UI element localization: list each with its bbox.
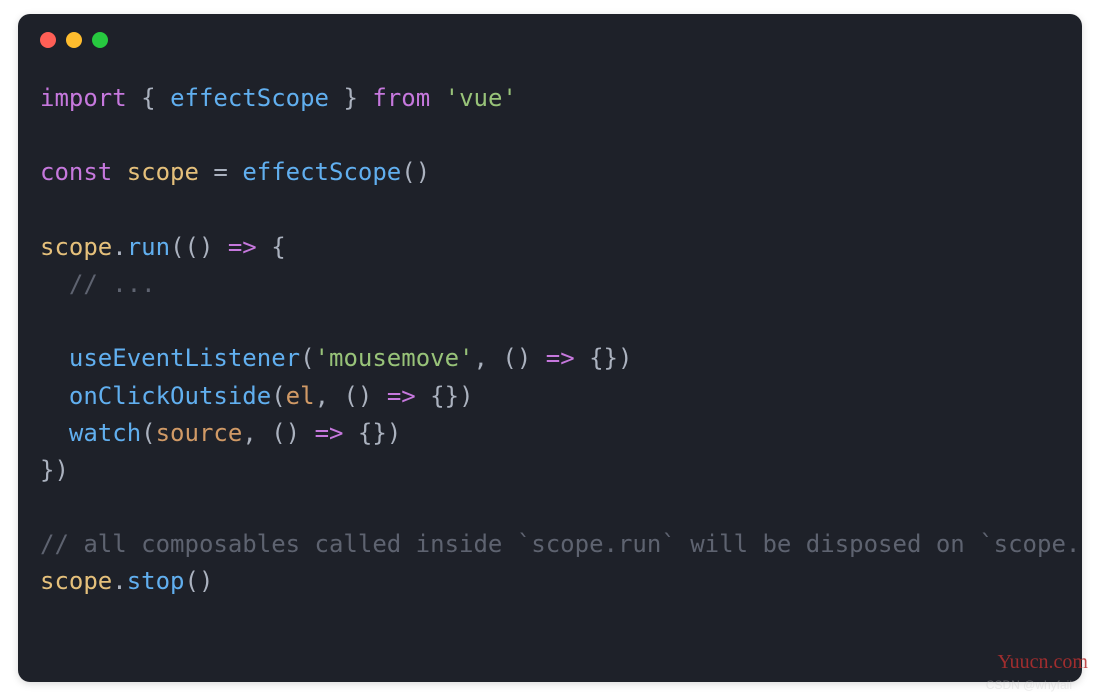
token-method: run [127,233,170,261]
token-indent [40,344,69,372]
token-keyword: const [40,158,112,186]
watermark-author: CSDN @whyfail [986,678,1072,692]
token-indent [40,419,69,447]
token-arrow: => [228,233,257,261]
token-arrow: => [387,382,416,410]
token-punct: , () [242,419,314,447]
token-function: effectScope [242,158,401,186]
minimize-icon[interactable] [66,32,82,48]
token-variable: scope [40,567,112,595]
watermark-site: Yuucn.com [997,651,1088,674]
token-comment: // ... [69,270,156,298]
window-controls [18,14,1082,56]
token-punct: }) [40,456,69,484]
token-indent [40,382,69,410]
token-punct: (() [170,233,228,261]
token-punct: , () [474,344,546,372]
token-param: el [286,382,315,410]
token-punct: . [112,567,126,595]
token-string: 'mousemove' [315,344,474,372]
token-keyword: import [40,84,127,112]
token-method: stop [127,567,185,595]
token-space [430,84,444,112]
token-punct: {}) [343,419,401,447]
token-punct: () [401,158,430,186]
token-arrow: => [315,419,344,447]
token-function: useEventListener [69,344,300,372]
token-arrow: => [546,344,575,372]
code-window: import { effectScope } from 'vue' const … [18,14,1082,682]
token-punct: {}) [416,382,474,410]
token-comment: // all composables called inside `scope.… [40,530,1082,558]
token-punct: () [185,567,214,595]
token-space [112,158,126,186]
token-punct: {}) [575,344,633,372]
token-variable: scope [40,233,112,261]
token-punct: } [329,84,372,112]
maximize-icon[interactable] [92,32,108,48]
code-block: import { effectScope } from 'vue' const … [18,56,1082,625]
token-keyword: from [372,84,430,112]
token-punct: ( [141,419,155,447]
token-function: watch [69,419,141,447]
token-punct: ( [300,344,314,372]
token-punct: . [112,233,126,261]
token-variable: scope [127,158,199,186]
token-identifier: effectScope [170,84,329,112]
token-punct: ( [271,382,285,410]
close-icon[interactable] [40,32,56,48]
token-string: 'vue' [445,84,517,112]
token-operator: = [199,158,242,186]
token-punct: , () [315,382,387,410]
token-param: source [156,419,243,447]
token-punct: { [257,233,286,261]
token-punct: { [127,84,170,112]
token-function: onClickOutside [69,382,271,410]
token-indent [40,270,69,298]
